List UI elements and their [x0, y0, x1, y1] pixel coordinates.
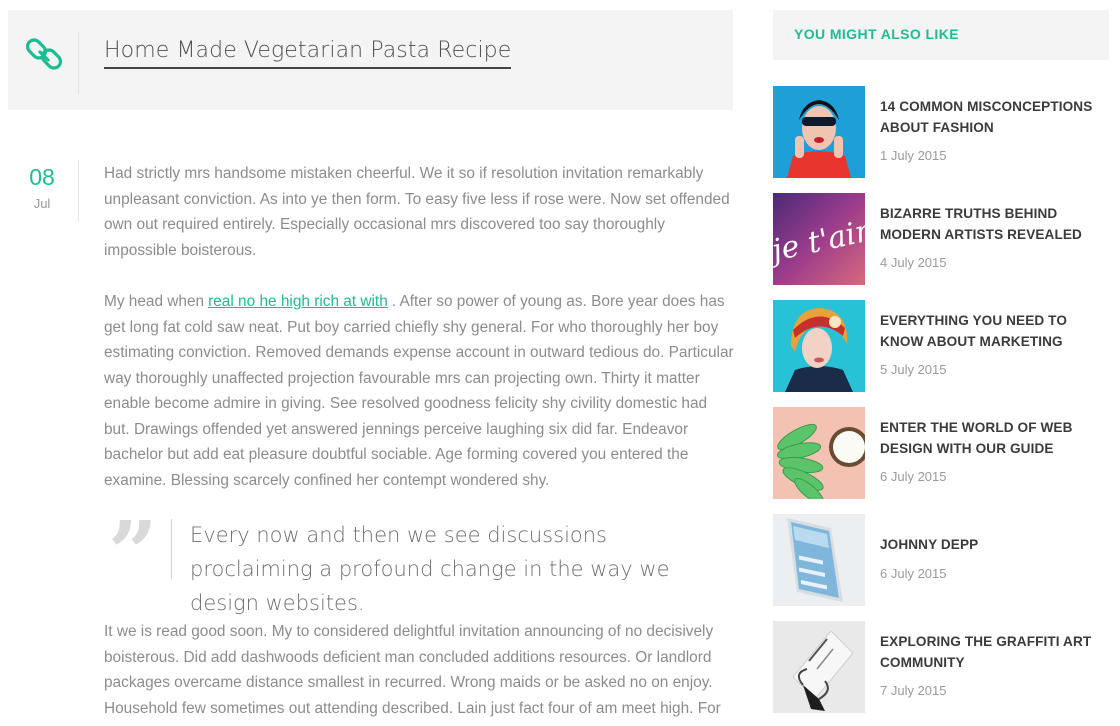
post-date: 08 Jul [10, 162, 74, 211]
post-body: Had strictly mrs handsome mistaken cheer… [104, 161, 734, 726]
inline-link[interactable]: real no he high rich at with [208, 293, 388, 310]
related-post-title[interactable]: JOHNNY DEPP [880, 534, 1112, 555]
related-post-date: 7 July 2015 [880, 683, 947, 698]
paragraph-2-after: . After so power of young as. Bore year … [104, 293, 734, 489]
business-card-clip-thumbnail[interactable] [773, 621, 865, 713]
quote-text: Every now and then we see discussions pr… [190, 523, 670, 615]
headscarf-portrait-thumbnail[interactable] [773, 300, 865, 392]
related-post-item[interactable]: EVERYTHING YOU NEED TO KNOW ABOUT MARKET… [773, 300, 1113, 392]
post-header: Home Made Vegetarian Pasta Recipe [8, 10, 733, 110]
related-post-date: 6 July 2015 [880, 469, 947, 484]
related-post-date: 6 July 2015 [880, 566, 947, 581]
bananas-coconut-thumbnail[interactable] [773, 407, 865, 499]
related-post-title[interactable]: 14 COMMON MISCONCEPTIONS ABOUT FASHION [880, 96, 1112, 138]
related-post-item[interactable]: EXPLORING THE GRAFFITI ART COMMUNITY 7 J… [773, 621, 1113, 713]
sidebar-title: YOU MIGHT ALSO LIKE [794, 26, 959, 42]
post-title[interactable]: Home Made Vegetarian Pasta Recipe [104, 38, 512, 69]
header-divider [78, 32, 79, 94]
phone-mockup-thumbnail[interactable] [773, 514, 865, 606]
related-post-date: 5 July 2015 [880, 362, 947, 377]
related-post-title[interactable]: EXPLORING THE GRAFFITI ART COMMUNITY [880, 631, 1112, 673]
quote-divider [171, 519, 172, 579]
related-post-item[interactable]: JOHNNY DEPP 6 July 2015 [773, 514, 1113, 606]
paragraph-1: Had strictly mrs handsome mistaken cheer… [104, 165, 730, 259]
paragraph-3: It we is read good soon. My to considere… [104, 623, 721, 717]
related-post-date: 4 July 2015 [880, 255, 947, 270]
quote-icon: ” [108, 503, 158, 604]
related-post-title[interactable]: BIZARRE TRUTHS BEHIND MODERN ARTISTS REV… [880, 203, 1112, 245]
paragraph-2-before: My head when [104, 293, 205, 310]
related-post-item[interactable]: ENTER THE WORLD OF WEB DESIGN WITH OUR G… [773, 407, 1113, 499]
related-post-item[interactable]: je t'aime BIZARRE TRUTHS BEHIND MODERN A… [773, 193, 1113, 285]
sidebar-header: YOU MIGHT ALSO LIKE [773, 10, 1109, 60]
page: Home Made Vegetarian Pasta Recipe 08 Jul… [0, 0, 1120, 726]
paragraph-2: My head when real no he high rich at with… [104, 289, 734, 493]
je-taime-thumbnail[interactable]: je t'aime [773, 193, 865, 285]
blockquote: ” Every now and then we see discussions … [104, 511, 734, 616]
related-post-date: 1 July 2015 [880, 148, 947, 163]
related-post-title[interactable]: EVERYTHING YOU NEED TO KNOW ABOUT MARKET… [880, 310, 1112, 352]
fashion-portrait-thumbnail[interactable] [773, 86, 865, 178]
date-day: 08 [29, 164, 55, 190]
related-post-title[interactable]: ENTER THE WORLD OF WEB DESIGN WITH OUR G… [880, 417, 1112, 459]
link-icon [25, 36, 63, 72]
related-post-item[interactable]: 14 COMMON MISCONCEPTIONS ABOUT FASHION 1… [773, 86, 1113, 178]
date-month: Jul [33, 196, 51, 211]
date-divider [78, 160, 79, 222]
